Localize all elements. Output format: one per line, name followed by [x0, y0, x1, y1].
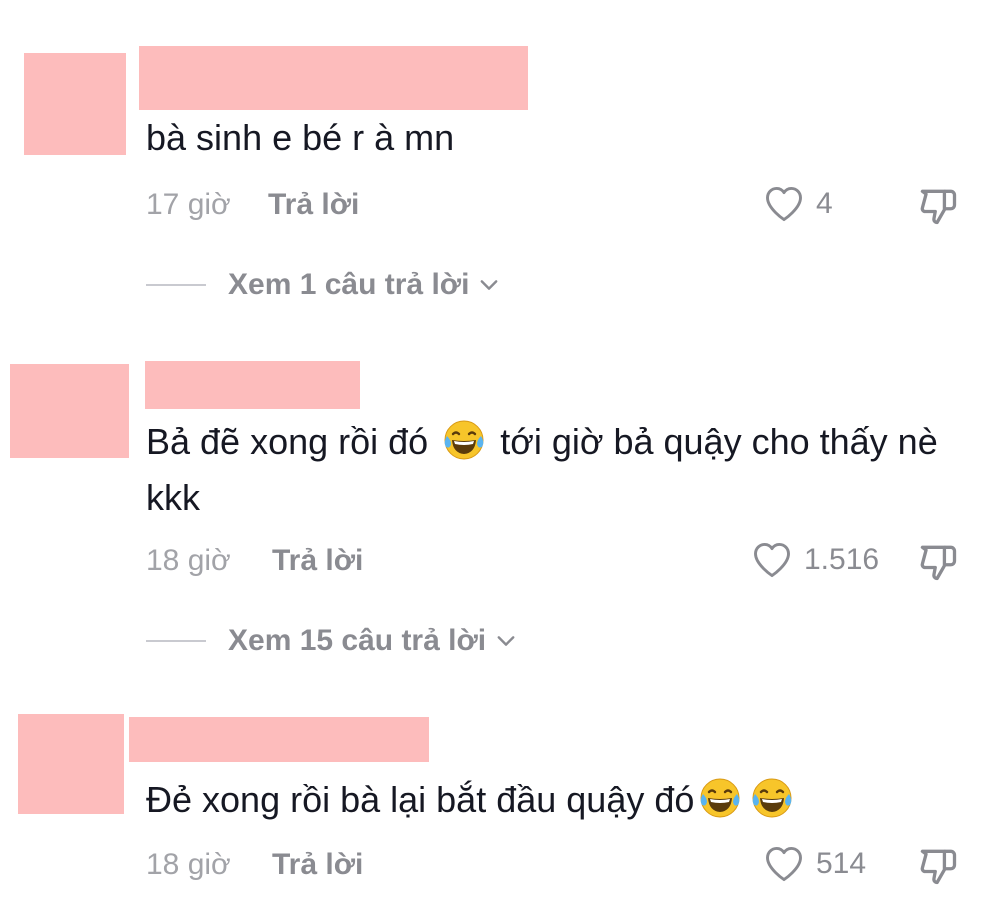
avatar[interactable] [10, 364, 129, 458]
comment-time: 18 giờ [146, 544, 231, 577]
laughing-tears-emoji [698, 776, 742, 820]
like-button[interactable]: 4 [762, 182, 833, 226]
view-replies-label: Xem 15 câu trả lời [228, 624, 487, 657]
heart-outline-icon [762, 182, 806, 226]
username-redacted[interactable] [129, 717, 429, 762]
like-count: 4 [816, 187, 833, 220]
comment-item: bà sinh e bé r à mn 17 giờ Trả lời 4 Xem… [0, 0, 1000, 320]
thumbs-down-icon[interactable] [916, 540, 960, 584]
reply-button[interactable]: Trả lời [272, 544, 363, 578]
comment-text: Bả đẽ xong rồi đó tới giờ bả quậy cho th… [146, 414, 986, 526]
view-replies-button[interactable]: Xem 1 câu trả lời [146, 268, 501, 302]
view-replies-label: Xem 1 câu trả lời [228, 268, 470, 301]
comment-time: 17 giờ [146, 188, 231, 221]
reply-button[interactable]: Trả lời [272, 848, 363, 882]
comment-text: Đẻ xong rồi bà lại bắt đầu quậy đó [146, 772, 986, 828]
comment-text: bà sinh e bé r à mn [146, 117, 455, 158]
avatar[interactable] [24, 53, 126, 155]
username-redacted[interactable] [139, 46, 528, 110]
heart-outline-icon [762, 842, 806, 886]
thumbs-down-icon[interactable] [916, 184, 960, 228]
like-button[interactable]: 1.516 [750, 538, 879, 582]
reply-button[interactable]: Trả lời [268, 188, 359, 222]
comment-time: 18 giờ [146, 848, 231, 881]
divider-line [146, 640, 206, 642]
thumbs-down-icon[interactable] [916, 844, 960, 888]
avatar[interactable] [18, 714, 124, 814]
like-button[interactable]: 514 [762, 842, 866, 886]
divider-line [146, 284, 206, 286]
heart-outline-icon [750, 538, 794, 582]
like-count: 1.516 [804, 543, 880, 576]
like-count: 514 [816, 847, 867, 880]
view-replies-button[interactable]: Xem 15 câu trả lời [146, 624, 518, 658]
laughing-tears-emoji [442, 418, 486, 462]
username-redacted[interactable] [145, 361, 360, 409]
chevron-down-icon [477, 273, 501, 297]
chevron-down-icon [494, 629, 518, 653]
laughing-tears-emoji [750, 776, 794, 820]
